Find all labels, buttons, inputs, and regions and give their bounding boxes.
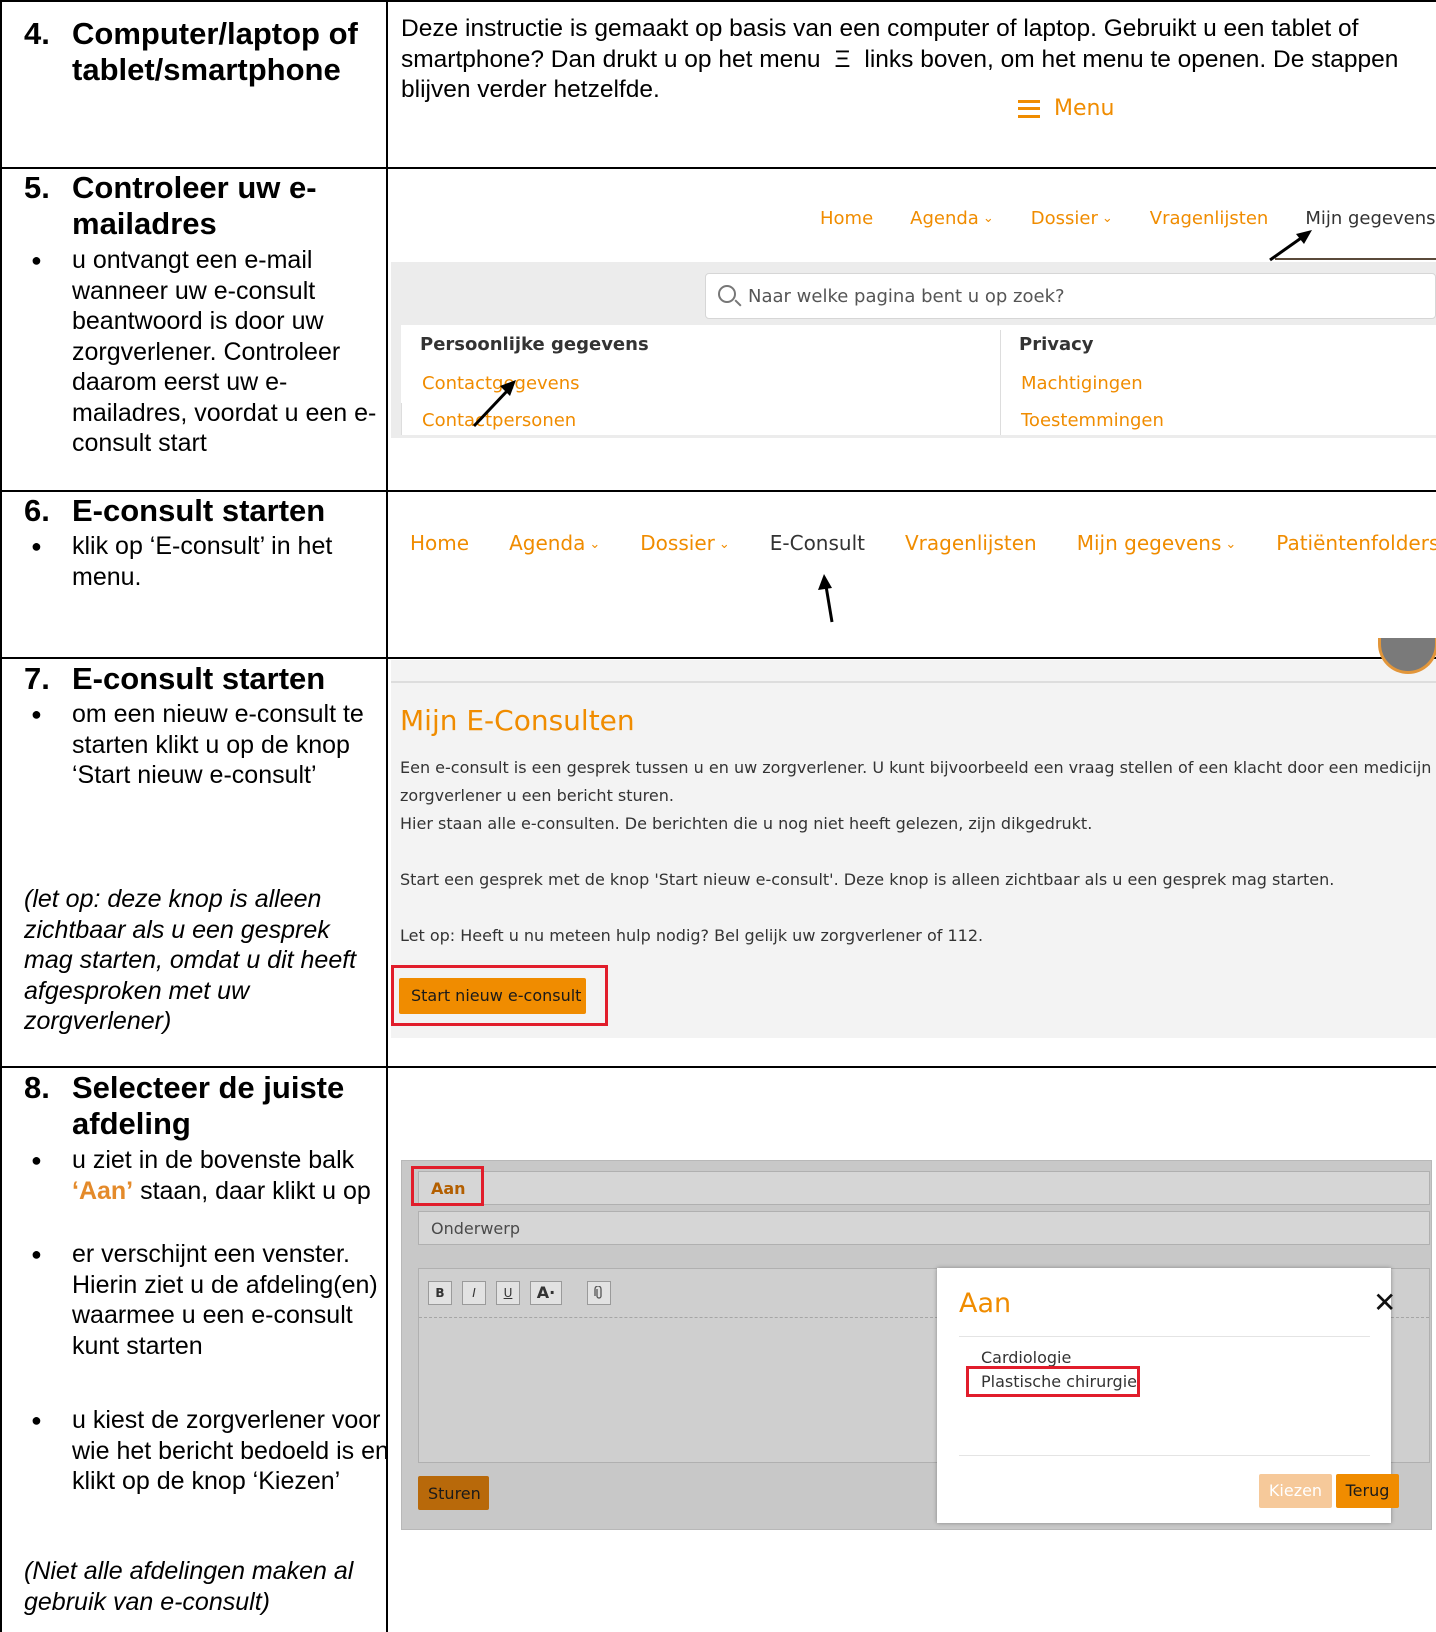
menu-glyph-icon: Ξ xyxy=(834,45,851,73)
nav-patientenfolders[interactable]: Patiëntenfolders xyxy=(1276,531,1436,555)
back-button[interactable]: Terug xyxy=(1336,1474,1399,1508)
paperclip-icon[interactable] xyxy=(587,1281,611,1305)
send-button[interactable]: Sturen xyxy=(418,1476,489,1510)
dropdown-column-divider xyxy=(1000,330,1001,435)
econsult-paragraph: Start een gesprek met de knop 'Start nie… xyxy=(400,870,1335,889)
arrow-icon xyxy=(818,574,834,623)
dropdown-heading: Privacy xyxy=(1019,334,1094,355)
econsult-paragraph: Een e-consult is een gesprek tussen u en… xyxy=(400,758,1436,777)
modal-divider xyxy=(959,1455,1370,1456)
close-icon[interactable]: ✕ xyxy=(1373,1286,1396,1319)
table-border-left xyxy=(0,0,2,1632)
page-title: Mijn E-Consulten xyxy=(400,704,635,737)
bold-button[interactable]: B xyxy=(428,1281,452,1305)
nav-dossier[interactable]: Dossier ⌄ xyxy=(1031,208,1113,229)
row-divider xyxy=(0,490,1436,492)
subject-input[interactable]: Onderwerp xyxy=(418,1211,1430,1245)
row-divider xyxy=(0,1066,1436,1068)
nav-agenda[interactable]: Agenda ⌄ xyxy=(910,208,994,229)
nav-mijn-gegevens[interactable]: Mijn gegevens⌄ xyxy=(1077,531,1237,555)
econsult-paragraph: Hier staan alle e-consulten. De berichte… xyxy=(400,814,1093,833)
nav-bar-1: Home Agenda ⌄ Dossier ⌄ Vragenlijsten Mijn… xyxy=(820,208,1436,229)
chevron-down-icon: ⌄ xyxy=(589,537,601,552)
search-icon xyxy=(718,285,736,303)
econsult-paragraph: Let op: Heeft u nu meteen hulp nodig? Be… xyxy=(400,926,984,945)
table-border-top xyxy=(0,0,1436,2)
highlight-box xyxy=(391,965,608,1026)
modal-divider xyxy=(959,1336,1370,1337)
to-field[interactable]: Aan xyxy=(418,1171,1430,1205)
chevron-down-icon: ⌄ xyxy=(718,537,730,552)
option-cardiologie[interactable]: Cardiologie xyxy=(981,1348,1071,1367)
arrow-icon xyxy=(1269,230,1312,262)
modal-title: Aan xyxy=(959,1288,1012,1319)
font-color-button[interactable]: A· xyxy=(530,1281,562,1305)
highlight-box xyxy=(411,1166,484,1206)
nav-vragenlijsten[interactable]: Vragenlijsten xyxy=(905,531,1037,555)
nav-home[interactable]: Home xyxy=(820,208,873,229)
link-toestemmingen[interactable]: Toestemmingen xyxy=(1021,410,1164,431)
nav-dossier[interactable]: Dossier ⌄ xyxy=(640,531,729,555)
highlight-box xyxy=(966,1366,1140,1397)
intro-text: Deze instructie is gemaakt op basis van … xyxy=(401,15,1399,103)
chevron-down-icon: ⌄ xyxy=(1101,211,1113,226)
step-7-note: (let op: deze knop is alleen zichtbaar a… xyxy=(24,885,357,1035)
dropdown-heading: Persoonlijke gegevens xyxy=(420,334,649,355)
choose-button[interactable]: Kiezen xyxy=(1259,1474,1332,1508)
nav-bar-2: Home Agenda ⌄ Dossier ⌄ E-Consult Vragenli… xyxy=(410,531,1436,555)
link-machtigingen[interactable]: Machtigingen xyxy=(1021,373,1143,394)
row-divider xyxy=(0,657,1436,659)
dropdown-column-divider xyxy=(401,403,402,435)
header-divider xyxy=(391,681,1436,683)
italic-button[interactable]: I xyxy=(462,1281,486,1305)
nav-agenda[interactable]: Agenda ⌄ xyxy=(509,531,600,555)
arrow-icon xyxy=(472,380,516,428)
nav-vragenlijsten[interactable]: Vragenlijsten xyxy=(1150,208,1269,229)
chevron-down-icon: ⌄ xyxy=(982,211,994,226)
menu-button[interactable]: Menu xyxy=(1018,96,1114,121)
step-8-note: (Niet alle afdelingen maken al gebruik v… xyxy=(24,1557,354,1616)
nav-home[interactable]: Home xyxy=(410,531,469,555)
hamburger-icon xyxy=(1018,99,1040,118)
search-input[interactable]: Naar welke pagina bent u op zoek? xyxy=(705,273,1436,319)
row-divider xyxy=(0,167,1436,169)
underline-button[interactable]: U xyxy=(496,1281,520,1305)
nav-e-consult[interactable]: E-Consult xyxy=(770,531,865,555)
chevron-down-icon: ⌄ xyxy=(1225,537,1237,552)
econsult-paragraph: zorgverlener u een bericht sturen. xyxy=(400,786,674,805)
nav-mijn-gegevens[interactable]: Mijn gegevens⌄ xyxy=(1305,208,1436,229)
